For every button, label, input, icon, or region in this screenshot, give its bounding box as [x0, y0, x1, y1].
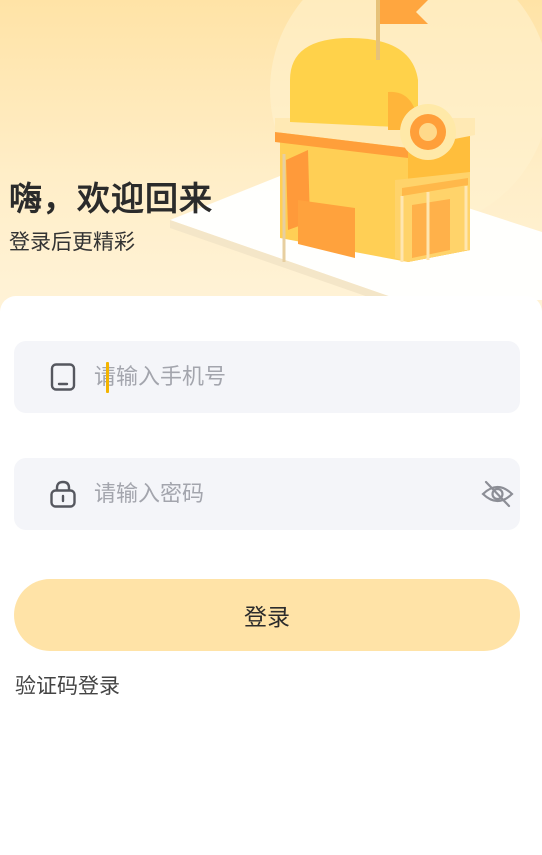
password-field[interactable]	[14, 458, 520, 530]
password-input[interactable]	[94, 458, 454, 530]
login-button[interactable]: 登录	[14, 579, 520, 651]
phone-field[interactable]	[14, 341, 520, 413]
eye-off-icon[interactable]	[481, 480, 514, 508]
header-banner: 嗨，欢迎回来 登录后更精彩	[0, 0, 542, 320]
house-illustration	[170, 0, 542, 308]
welcome-subtitle: 登录后更精彩	[9, 230, 135, 254]
text-cursor	[106, 362, 109, 393]
login-page: 嗨，欢迎回来 登录后更精彩 登录 验证码登录	[0, 0, 542, 855]
sms-login-link[interactable]: 验证码登录	[15, 670, 120, 700]
phone-icon	[50, 363, 76, 391]
welcome-title: 嗨，欢迎回来	[9, 179, 213, 218]
lock-icon	[50, 480, 76, 508]
phone-input[interactable]	[94, 341, 454, 413]
